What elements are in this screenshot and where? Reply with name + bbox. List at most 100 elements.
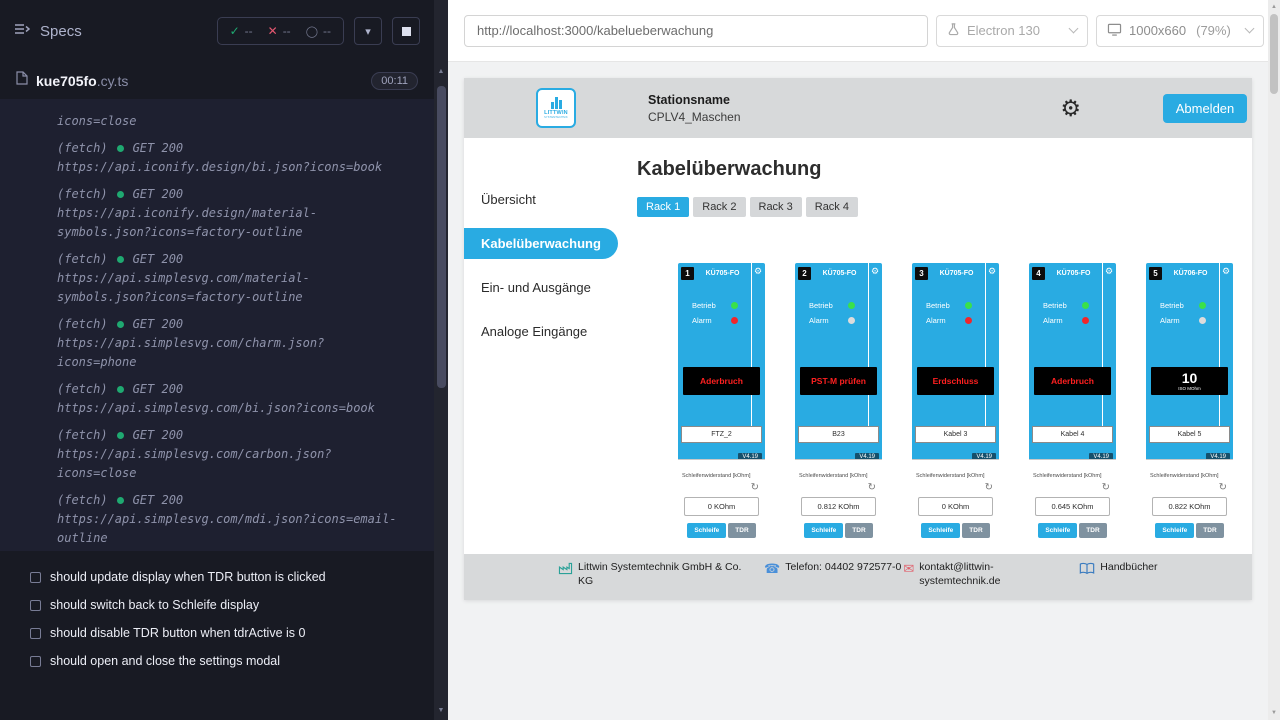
spec-file-name[interactable]: kue705fo.cy.ts xyxy=(36,73,128,89)
refresh-icon[interactable]: ↻ xyxy=(1102,483,1110,493)
http-status: GET 200 xyxy=(133,250,184,269)
sidebar-item[interactable]: Übersicht xyxy=(464,184,618,215)
device-number: 3 xyxy=(915,267,928,280)
alarm-led-icon xyxy=(1199,317,1206,324)
test-item[interactable]: should disable TDR button when tdrActive… xyxy=(0,619,434,647)
flask-icon xyxy=(947,22,960,39)
log-entry[interactable]: (fetch) GET 200 https://api.simplesvg.co… xyxy=(57,491,398,548)
scroll-down-icon[interactable]: ▼ xyxy=(1268,710,1280,716)
pending-circle-icon: ◯ xyxy=(306,25,318,38)
footer-email[interactable]: ✉ kontakt@littwin-systemtechnik.de xyxy=(903,561,1014,588)
test-item[interactable]: should switch back to Schleife display xyxy=(0,591,434,619)
tdr-button[interactable]: TDR xyxy=(728,523,755,538)
rack-tab[interactable]: Rack 1 xyxy=(637,197,689,217)
url-input[interactable] xyxy=(464,15,928,47)
viewport-select[interactable]: 1000x660 (79%) xyxy=(1096,15,1264,47)
window-scrollbar[interactable]: ▲ ▼ xyxy=(1268,0,1280,720)
log-entry[interactable]: (fetch) GET 200 https://api.iconify.desi… xyxy=(57,139,398,177)
rack-tab[interactable]: Rack 2 xyxy=(693,197,745,217)
fetch-label: (fetch) xyxy=(57,380,108,399)
station-info: Stationsname CPLV4_Maschen xyxy=(648,93,741,124)
card-divider xyxy=(985,401,986,426)
sidebar-item[interactable]: Kabelüberwachung xyxy=(464,228,618,259)
collapse-button[interactable]: ▾ xyxy=(354,17,382,45)
logo-subtext: SYSTEMTECHNIK xyxy=(544,116,568,119)
tdr-button[interactable]: TDR xyxy=(1079,523,1106,538)
log-entry[interactable]: (fetch) GET 200 https://api.simplesvg.co… xyxy=(57,315,398,372)
request-url: https://api.simplesvg.com/carbon.json?ic… xyxy=(57,445,398,483)
betrieb-led-row: Betrieb xyxy=(926,300,972,310)
refresh-icon[interactable]: ↻ xyxy=(868,483,876,493)
card-buttons: Schleife TDR xyxy=(916,523,995,538)
card-gap xyxy=(1029,401,1116,426)
stop-run-button[interactable] xyxy=(392,17,420,45)
log-entry[interactable]: (fetch) GET 200 https://api.iconify.desi… xyxy=(57,185,398,242)
card-buttons: Schleife TDR xyxy=(799,523,878,538)
device-gear-icon[interactable]: ⚙ xyxy=(986,267,998,276)
sidebar-item[interactable]: Ein- und Ausgänge xyxy=(464,272,618,303)
station-name: CPLV4_Maschen xyxy=(648,110,741,124)
specs-label[interactable]: Specs xyxy=(40,23,82,40)
log-entry[interactable]: (fetch) GET 200 https://api.simplesvg.co… xyxy=(57,426,398,483)
http-status: GET 200 xyxy=(133,380,184,399)
refresh-icon[interactable]: ↻ xyxy=(751,483,759,493)
status-dot-icon xyxy=(117,145,124,152)
scrollbar-thumb[interactable] xyxy=(1270,14,1278,94)
sidebar-item[interactable]: Analoge Eingänge xyxy=(464,316,618,347)
footer-phone: ☎ Telefon: 04402 972577-0 xyxy=(764,561,901,575)
scroll-up-icon[interactable]: ▲ xyxy=(434,68,448,75)
alarm-led-row: Alarm xyxy=(809,315,855,325)
settings-gear-icon[interactable]: ⚙ xyxy=(1060,97,1081,120)
log-entry[interactable]: (fetch) GET 200 https://api.simplesvg.co… xyxy=(57,250,398,307)
logout-button[interactable]: Abmelden xyxy=(1163,94,1247,123)
card-gap xyxy=(678,401,765,426)
schleife-button[interactable]: Schleife xyxy=(687,523,726,538)
device-gear-icon[interactable]: ⚙ xyxy=(1103,267,1115,276)
betrieb-led-row: Betrieb xyxy=(1160,300,1206,310)
test-item[interactable]: should update display when TDR button is… xyxy=(0,563,434,591)
app-sidebar: Übersicht Kabelüberwachung Ein- und Ausg… xyxy=(464,138,618,554)
test-title: should disable TDR button when tdrActive… xyxy=(50,626,305,640)
cable-name: Kabel 3 xyxy=(915,426,996,443)
device-gear-icon[interactable]: ⚙ xyxy=(1220,267,1232,276)
refresh-icon[interactable]: ↻ xyxy=(1219,483,1227,493)
footer-manuals[interactable]: Handbücher xyxy=(1079,561,1157,578)
alarm-label: Alarm xyxy=(692,316,712,325)
device-gear-icon[interactable]: ⚙ xyxy=(869,267,881,276)
rack-tab[interactable]: Rack 4 xyxy=(806,197,858,217)
refresh-icon[interactable]: ↻ xyxy=(985,483,993,493)
scroll-up-icon[interactable]: ▲ xyxy=(1268,4,1280,10)
tdr-button[interactable]: TDR xyxy=(962,523,989,538)
schleife-button[interactable]: Schleife xyxy=(1038,523,1077,538)
fetch-label: (fetch) xyxy=(57,491,108,510)
device-card: ⚙ 2 KÜ705-FO Betrieb xyxy=(795,263,882,554)
schleife-button[interactable]: Schleife xyxy=(804,523,843,538)
browser-select[interactable]: Electron 130 xyxy=(936,15,1088,47)
status-display: Aderbruch xyxy=(683,367,760,395)
rack-tab[interactable]: Rack 3 xyxy=(750,197,802,217)
reporter-scrollbar[interactable]: ▲ ▼ xyxy=(434,0,448,720)
aut-stage: Electron 130 1000x660 (79%) LITTWIN SYST… xyxy=(448,0,1268,720)
log-entry[interactable]: icons=close xyxy=(57,112,398,131)
alarm-label: Alarm xyxy=(809,316,829,325)
scroll-down-icon[interactable]: ▼ xyxy=(434,707,448,714)
schleife-button[interactable]: Schleife xyxy=(1155,523,1194,538)
test-stats: ✓-- ✕-- ◯-- xyxy=(217,17,344,45)
specs-menu-icon[interactable] xyxy=(14,22,30,41)
fetch-label: (fetch) xyxy=(57,139,108,158)
measurement-panel: Schleifenwiderstand [kOhm] ↻ 0.645 KOhm … xyxy=(1029,459,1116,554)
measurement-panel: Schleifenwiderstand [kOhm] ↻ 0.822 KOhm … xyxy=(1146,459,1233,554)
viewport-icon xyxy=(1107,23,1122,39)
alarm-led-row: Alarm xyxy=(926,315,972,325)
log-entry-head: (fetch) GET 200 xyxy=(57,185,398,204)
betrieb-label: Betrieb xyxy=(1160,301,1184,310)
log-entry[interactable]: (fetch) GET 200 https://api.simplesvg.co… xyxy=(57,380,398,418)
cable-name: Kabel 4 xyxy=(1032,426,1113,443)
device-gear-icon[interactable]: ⚙ xyxy=(752,267,764,276)
tdr-button[interactable]: TDR xyxy=(845,523,872,538)
tdr-button[interactable]: TDR xyxy=(1196,523,1223,538)
scrollbar-thumb[interactable] xyxy=(437,86,446,388)
schleife-button[interactable]: Schleife xyxy=(921,523,960,538)
loop-resistance-value: 0 KOhm xyxy=(684,497,759,516)
test-item[interactable]: should open and close the settings modal xyxy=(0,647,434,675)
